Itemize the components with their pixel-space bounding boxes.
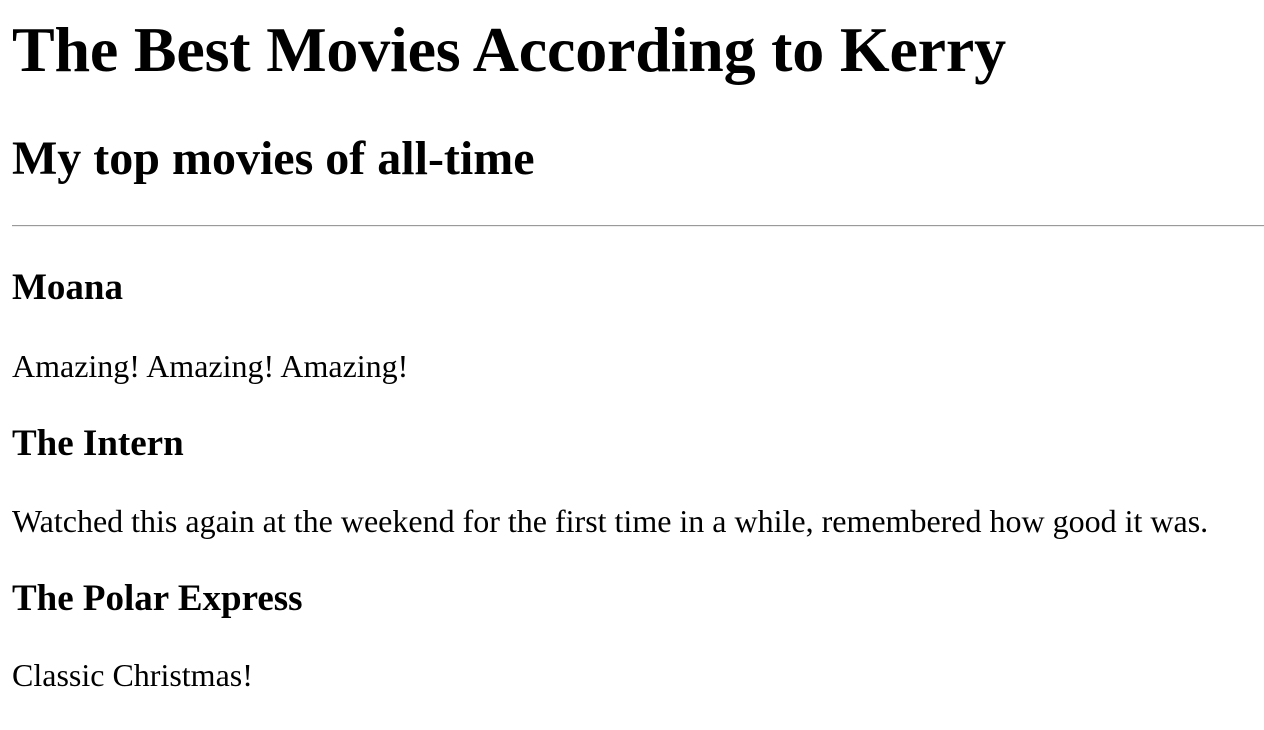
page-subtitle: My top movies of all-time — [12, 132, 535, 185]
movie-description-moana: Amazing! Amazing! Amazing! — [12, 348, 409, 384]
section-divider — [12, 225, 1264, 227]
page-content: The Best Movies According to Kerry My to… — [0, 0, 1264, 730]
movie-title-moana: Moana — [12, 267, 123, 308]
movie-title-the-intern: The Intern — [12, 423, 184, 464]
page-title: The Best Movies According to Kerry — [12, 14, 1006, 85]
movie-description-the-intern: Watched this again at the weekend for th… — [12, 503, 1209, 539]
movie-description-the-polar-express: Classic Christmas! — [12, 657, 253, 693]
movie-title-the-polar-express: The Polar Express — [12, 578, 303, 619]
